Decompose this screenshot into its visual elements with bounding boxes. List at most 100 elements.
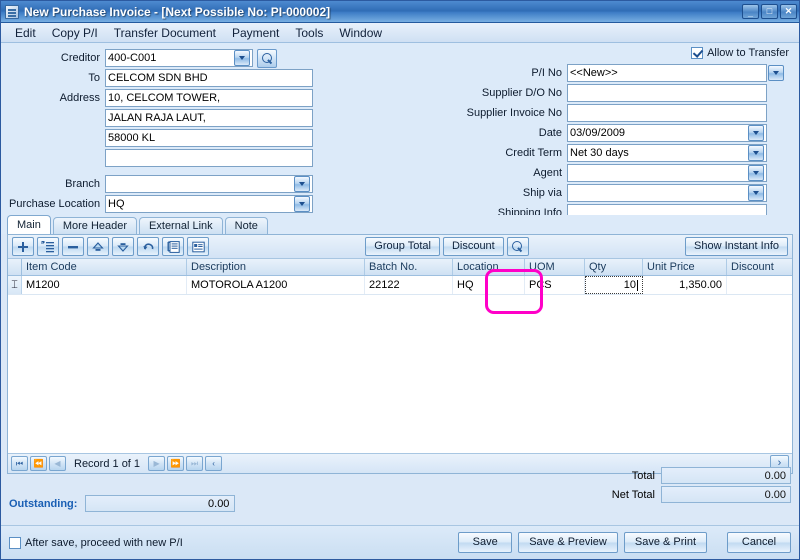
last-record-button[interactable]: ⏭ bbox=[186, 456, 204, 471]
footer-buttons: Save Save & Preview Save & Print Cancel bbox=[458, 532, 791, 553]
menu-item-tools[interactable]: Tools bbox=[287, 24, 331, 42]
column-header-qty[interactable]: Qty bbox=[585, 259, 643, 275]
address-row-3: 58000 KL bbox=[9, 129, 329, 147]
chevron-down-icon[interactable] bbox=[294, 196, 310, 212]
save-button[interactable]: Save bbox=[458, 532, 513, 553]
address-row-2: JALAN RAJA LAUT, bbox=[9, 109, 329, 127]
move-down-icon[interactable] bbox=[112, 237, 134, 256]
chevron-down-icon[interactable] bbox=[234, 50, 250, 66]
magnifier-icon[interactable] bbox=[506, 237, 529, 256]
cell-qty-input[interactable]: 10 bbox=[585, 276, 643, 294]
credit-term-label: Credit Term bbox=[505, 147, 562, 159]
address-line-4-input[interactable] bbox=[105, 149, 313, 167]
chevron-down-icon[interactable] bbox=[294, 176, 310, 192]
supplier-invoice-no-input[interactable] bbox=[567, 104, 767, 122]
cell-batch-no[interactable]: 22122 bbox=[365, 276, 453, 294]
allow-to-transfer-checkbox[interactable] bbox=[691, 47, 704, 59]
credit-term-input[interactable]: Net 30 days bbox=[567, 144, 767, 162]
column-header-description[interactable]: Description bbox=[187, 259, 365, 275]
tab-more-header[interactable]: More Header bbox=[52, 217, 138, 234]
allow-to-transfer-label: Allow to Transfer bbox=[707, 47, 789, 59]
header-form: Creditor 400-C001 To CELCOM SDN BHD Addr… bbox=[1, 43, 799, 222]
calendar-dropdown-icon[interactable] bbox=[748, 125, 764, 141]
cell-location[interactable]: HQ bbox=[453, 276, 525, 294]
previous-record-button[interactable]: ◀ bbox=[49, 456, 66, 471]
window-controls: _ □ ✕ bbox=[742, 4, 797, 19]
chevron-down-icon[interactable] bbox=[748, 185, 764, 201]
menu-item-transfer-document[interactable]: Transfer Document bbox=[106, 24, 224, 42]
column-header-uom[interactable]: UOM bbox=[525, 259, 585, 275]
address-line-2-input[interactable]: JALAN RAJA LAUT, bbox=[105, 109, 313, 127]
table-row[interactable]: ⌶ M1200 MOTOROLA A1200 22122 HQ PCS 10 1… bbox=[8, 276, 792, 295]
menu-item-edit[interactable]: Edit bbox=[7, 24, 44, 42]
to-row: To CELCOM SDN BHD bbox=[9, 69, 329, 87]
address-line-1-input[interactable]: 10, CELCOM TOWER, bbox=[105, 89, 313, 107]
first-record-button[interactable]: ⏮ bbox=[11, 456, 28, 471]
tab-main[interactable]: Main bbox=[7, 215, 51, 234]
cell-discount[interactable] bbox=[727, 276, 792, 294]
cell-uom[interactable]: PCS bbox=[525, 276, 585, 294]
add-row-icon[interactable] bbox=[12, 237, 34, 256]
purchase-location-input[interactable]: HQ bbox=[105, 195, 313, 213]
save-preview-button[interactable]: Save & Preview bbox=[518, 532, 618, 553]
supplier-do-no-input[interactable] bbox=[567, 84, 767, 102]
tab-note[interactable]: Note bbox=[224, 217, 268, 234]
cell-description[interactable]: MOTOROLA A1200 bbox=[187, 276, 365, 294]
address-label: Address bbox=[59, 92, 100, 104]
pi-no-dropdown-button[interactable] bbox=[768, 65, 784, 81]
move-up-icon[interactable] bbox=[87, 237, 109, 256]
cell-item-code[interactable]: M1200 bbox=[22, 276, 187, 294]
close-button[interactable]: ✕ bbox=[780, 4, 797, 19]
net-total-label: Net Total bbox=[611, 488, 655, 501]
properties-icon[interactable] bbox=[187, 237, 209, 256]
chevron-down-icon[interactable] bbox=[748, 165, 764, 181]
date-label: Date bbox=[538, 127, 562, 139]
undo-icon[interactable] bbox=[137, 237, 159, 256]
date-input[interactable]: 03/09/2009 bbox=[567, 124, 767, 142]
pi-no-input[interactable]: <<New>> bbox=[567, 64, 767, 82]
menu-item-copy-pi[interactable]: Copy P/I bbox=[44, 24, 106, 42]
insert-row-icon[interactable] bbox=[37, 237, 59, 256]
maximize-icon: □ bbox=[766, 6, 773, 16]
next-page-button[interactable]: ⏩ bbox=[167, 456, 185, 471]
column-header-discount[interactable]: Discount bbox=[727, 259, 799, 275]
group-total-button[interactable]: Group Total bbox=[365, 237, 440, 256]
allow-to-transfer-row[interactable]: Allow to Transfer bbox=[449, 47, 789, 59]
menu-item-payment[interactable]: Payment bbox=[224, 24, 287, 42]
row-indicator-icon: ⌶ bbox=[8, 276, 22, 294]
proceed-checkbox-group[interactable]: After save, proceed with new P/I bbox=[9, 536, 458, 549]
chevron-down-icon[interactable] bbox=[748, 145, 764, 161]
column-header-unit-price[interactable]: Unit Price bbox=[643, 259, 727, 275]
creditor-lookup-button[interactable] bbox=[257, 48, 277, 68]
tab-external-link[interactable]: External Link bbox=[139, 217, 223, 234]
creditor-input[interactable]: 400-C001 bbox=[105, 49, 253, 67]
delete-row-icon[interactable] bbox=[62, 237, 84, 256]
save-print-button[interactable]: Save & Print bbox=[623, 532, 707, 553]
magnifier-glyph bbox=[512, 241, 523, 252]
previous-page-button[interactable]: ⏪ bbox=[30, 456, 47, 471]
column-header-batch-no[interactable]: Batch No. bbox=[365, 259, 453, 275]
discount-button[interactable]: Discount bbox=[442, 237, 504, 256]
supplier-invoice-no-label: Supplier Invoice No bbox=[466, 107, 562, 119]
collapse-navigator-button[interactable]: ‹ bbox=[205, 456, 223, 471]
address-line-3-input[interactable]: 58000 KL bbox=[105, 129, 313, 147]
agent-input[interactable] bbox=[567, 164, 767, 182]
creditor-section: Creditor 400-C001 To CELCOM SDN BHD Addr… bbox=[9, 48, 329, 215]
ship-via-input[interactable] bbox=[567, 184, 767, 202]
branch-input[interactable] bbox=[105, 175, 313, 193]
to-input[interactable]: CELCOM SDN BHD bbox=[105, 69, 313, 87]
column-header-location[interactable]: Location bbox=[453, 259, 525, 275]
maximize-button[interactable]: □ bbox=[761, 4, 778, 19]
cancel-button[interactable]: Cancel bbox=[727, 532, 791, 553]
show-instant-info-button[interactable]: Show Instant Info bbox=[685, 237, 788, 256]
minimize-icon: _ bbox=[747, 8, 753, 18]
detail-list-icon[interactable] bbox=[162, 237, 184, 256]
window-title: New Purchase Invoice - [Next Possible No… bbox=[24, 4, 331, 19]
proceed-new-pi-checkbox[interactable] bbox=[9, 536, 21, 549]
cell-unit-price[interactable]: 1,350.00 bbox=[643, 276, 727, 294]
column-header-item-code[interactable]: Item Code bbox=[22, 259, 187, 275]
pi-no-value: <<New>> bbox=[570, 67, 618, 79]
next-record-button[interactable]: ▶ bbox=[148, 456, 166, 471]
minimize-button[interactable]: _ bbox=[742, 4, 759, 19]
menu-item-window[interactable]: Window bbox=[331, 24, 390, 42]
